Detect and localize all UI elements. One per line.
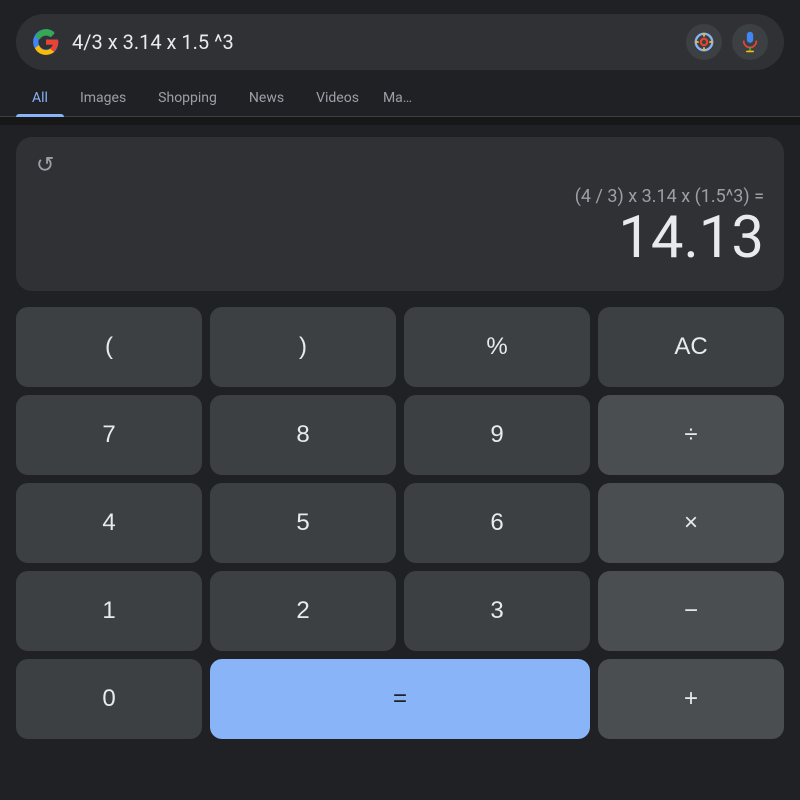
calculator: ↺ (4 / 3) x 3.14 x (1.5^3) = 14.13 ( ) %… <box>0 125 800 755</box>
tab-videos[interactable]: Videos <box>300 80 375 116</box>
key-add[interactable]: + <box>598 659 784 739</box>
tab-more[interactable]: Ma… <box>375 80 420 116</box>
tabs-container: All Images Shopping News Videos Ma… <box>0 80 800 117</box>
tab-images[interactable]: Images <box>64 80 142 116</box>
search-bar-container: 4/3 x 3.14 x 1.5 ^3 <box>0 0 800 80</box>
google-logo-icon <box>32 28 60 56</box>
key-ac[interactable]: AC <box>598 307 784 387</box>
key-subtract[interactable]: − <box>598 571 784 651</box>
key-9[interactable]: 9 <box>404 395 590 475</box>
mic-button[interactable] <box>732 24 768 60</box>
calculator-display: ↺ (4 / 3) x 3.14 x (1.5^3) = 14.13 <box>16 137 784 291</box>
calc-result: 14.13 <box>36 207 764 271</box>
key-0[interactable]: 0 <box>16 659 202 739</box>
key-4[interactable]: 4 <box>16 483 202 563</box>
key-6[interactable]: 6 <box>404 483 590 563</box>
key-close-paren[interactable]: ) <box>210 307 396 387</box>
key-3[interactable]: 3 <box>404 571 590 651</box>
key-2[interactable]: 2 <box>210 571 396 651</box>
key-equals[interactable]: = <box>210 659 590 739</box>
key-8[interactable]: 8 <box>210 395 396 475</box>
section-divider <box>0 117 800 125</box>
search-bar[interactable]: 4/3 x 3.14 x 1.5 ^3 <box>16 14 784 70</box>
key-percent[interactable]: % <box>404 307 590 387</box>
mic-icon <box>740 31 760 53</box>
key-multiply[interactable]: × <box>598 483 784 563</box>
lens-button[interactable] <box>686 24 722 60</box>
tab-shopping[interactable]: Shopping <box>142 80 233 116</box>
lens-icon <box>693 31 715 53</box>
key-5[interactable]: 5 <box>210 483 396 563</box>
history-icon[interactable]: ↺ <box>36 153 764 178</box>
search-query[interactable]: 4/3 x 3.14 x 1.5 ^3 <box>72 30 674 54</box>
tab-news[interactable]: News <box>233 80 300 116</box>
search-icons <box>686 24 768 60</box>
key-open-paren[interactable]: ( <box>16 307 202 387</box>
key-7[interactable]: 7 <box>16 395 202 475</box>
tab-all[interactable]: All <box>16 80 64 116</box>
keypad: ( ) % AC 7 8 9 ÷ 4 5 6 × 1 2 3 − 0 = + <box>16 307 784 755</box>
key-divide[interactable]: ÷ <box>598 395 784 475</box>
key-1[interactable]: 1 <box>16 571 202 651</box>
